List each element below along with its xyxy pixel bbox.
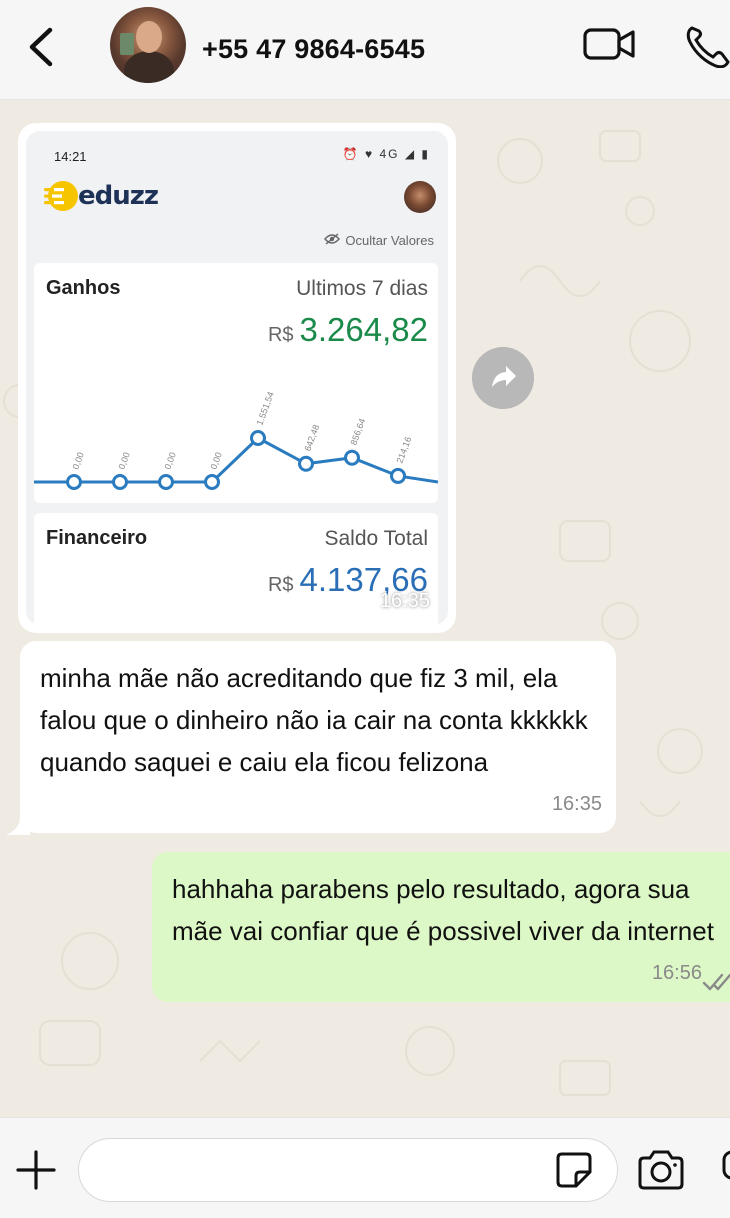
- contact-avatar[interactable]: [110, 7, 186, 83]
- data-label: 0,00: [208, 451, 223, 471]
- message-composer: [0, 1117, 730, 1218]
- series-line: [34, 436, 438, 484]
- outgoing-message-text: hahhaha parabens pelo resultado, agora s…: [172, 874, 714, 946]
- status-icons: ⏰ ♥ 4G ◢ ▮: [342, 147, 430, 161]
- data-point: [204, 474, 220, 490]
- chat-header: +55 47 9864-6545: [0, 0, 730, 100]
- incoming-message-text: minha mãe não acreditando que fiz 3 mil,…: [40, 663, 588, 777]
- data-point: [298, 455, 314, 472]
- chat-area[interactable]: 14:21 ⏰ ♥ 4G ◢ ▮ eduzz Ocultar Valores G…: [0, 101, 730, 1117]
- shared-screenshot: 14:21 ⏰ ♥ 4G ◢ ▮ eduzz Ocultar Valores G…: [26, 131, 448, 625]
- eduzz-logo-icon: [44, 181, 78, 211]
- data-label: 0,00: [70, 451, 85, 471]
- earnings-title: Ganhos: [46, 277, 121, 299]
- finance-card: Financeiro Saldo Total R$ 4.137,66: [34, 513, 438, 625]
- phone-status-bar: 14:21 ⏰ ♥ 4G ◢ ▮: [26, 131, 448, 165]
- data-label: 0,00: [162, 451, 177, 471]
- chevron-left-icon[interactable]: [22, 24, 62, 70]
- data-point: [158, 474, 174, 490]
- outgoing-message[interactable]: hahhaha parabens pelo resultado, agora s…: [152, 852, 730, 1002]
- phone-icon[interactable]: [684, 22, 730, 68]
- eye-off-icon: [324, 233, 341, 245]
- finance-title: Financeiro: [46, 527, 148, 549]
- camera-icon[interactable]: [636, 1148, 686, 1192]
- incoming-message-time: 16:35: [551, 793, 602, 815]
- data-point: [390, 467, 406, 484]
- earnings-amount: R$ 3.264,82: [268, 311, 428, 349]
- incoming-message[interactable]: minha mãe não acreditando que fiz 3 mil,…: [20, 641, 616, 833]
- bubble-tail: [6, 817, 30, 835]
- earnings-line-chart: 0,00 0,00 0,00 0,00 1.551,54 642,48 856,64 214,…: [34, 390, 438, 490]
- earnings-period: Ultimos 7 dias: [296, 277, 428, 300]
- hide-values-label: Ocultar Valores: [345, 233, 434, 248]
- data-label: 856,64: [348, 417, 367, 446]
- earnings-value: 3.264,82: [299, 311, 428, 348]
- forward-arrow-icon[interactable]: [472, 347, 534, 409]
- user-avatar: [404, 181, 436, 213]
- plus-icon[interactable]: [14, 1148, 58, 1192]
- double-check-icon: [702, 973, 730, 991]
- brand-name: eduzz: [78, 181, 159, 211]
- data-label: 0,00: [116, 451, 131, 471]
- data-point: [344, 449, 360, 466]
- earnings-card: Ganhos Ultimos 7 dias R$ 3.264,82 0,00 0,0…: [34, 263, 438, 503]
- data-point: [112, 474, 128, 490]
- outgoing-message-time: 16:56: [651, 962, 702, 984]
- sticker-icon[interactable]: [554, 1150, 594, 1190]
- contact-name[interactable]: +55 47 9864-6545: [202, 34, 425, 65]
- image-message[interactable]: 14:21 ⏰ ♥ 4G ◢ ▮ eduzz Ocultar Valores G…: [18, 123, 456, 633]
- data-point: [250, 430, 266, 446]
- data-label: 1.551,54: [254, 390, 275, 426]
- finance-subtitle: Saldo Total: [324, 527, 428, 550]
- earnings-currency: R$: [267, 324, 294, 346]
- message-input[interactable]: [78, 1138, 618, 1202]
- status-time: 14:21: [54, 149, 87, 164]
- microphone-icon[interactable]: [716, 1148, 730, 1192]
- video-camera-icon[interactable]: [582, 24, 638, 64]
- image-timestamp: 16:35: [379, 590, 430, 612]
- finance-currency: R$: [267, 574, 294, 596]
- data-label: 214,16: [394, 435, 413, 464]
- data-label: 642,48: [302, 423, 321, 452]
- data-point: [66, 474, 82, 490]
- hide-values: Ocultar Valores: [324, 233, 434, 248]
